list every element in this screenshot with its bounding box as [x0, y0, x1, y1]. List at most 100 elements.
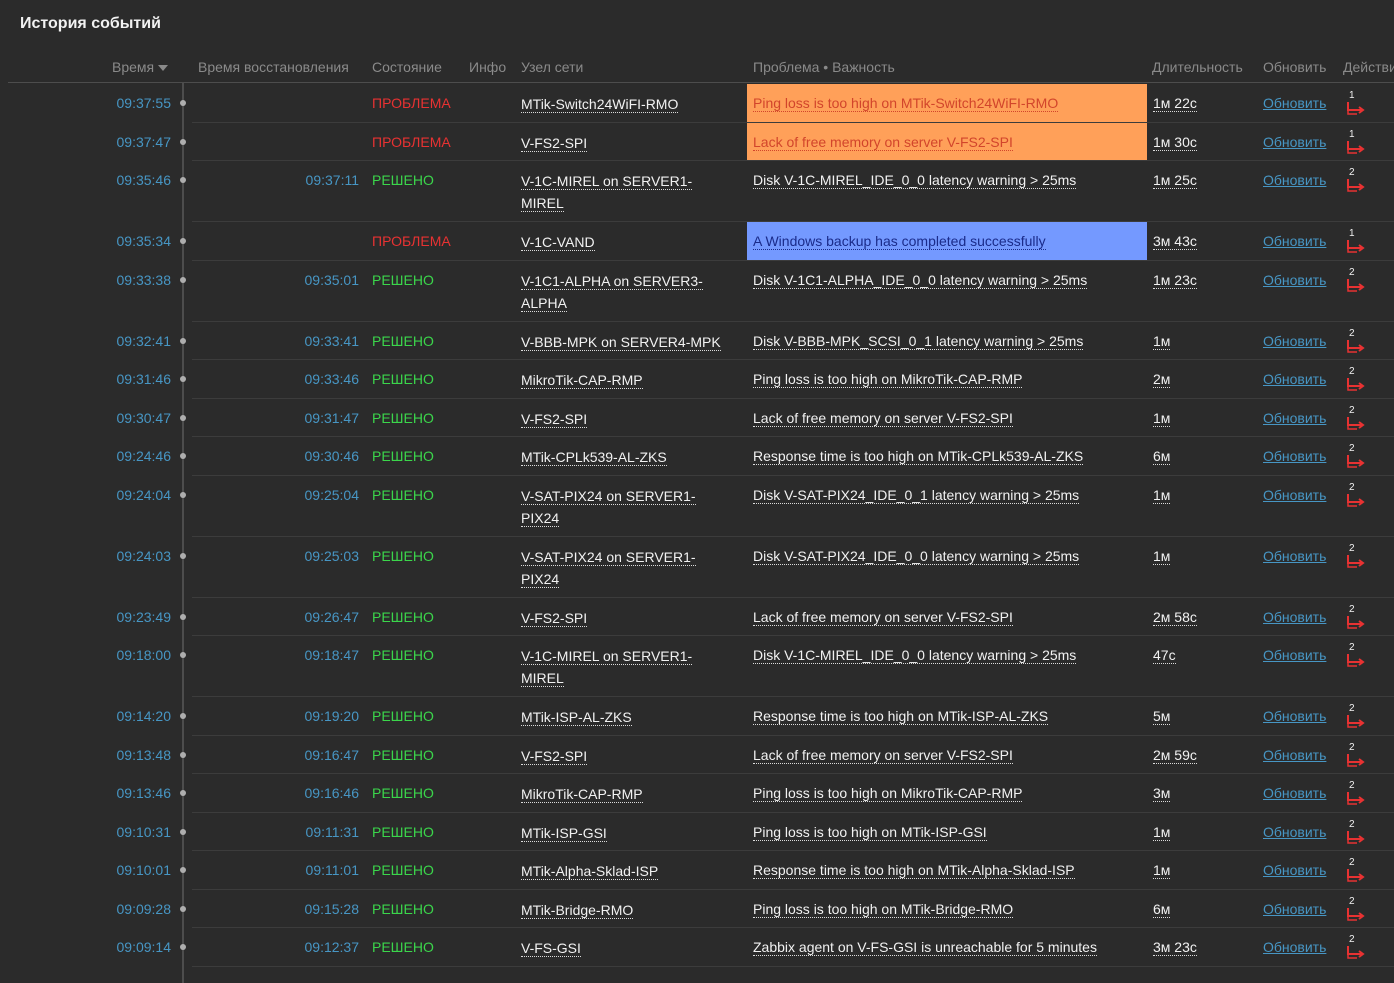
- actions-indicator[interactable]: 2: [1345, 167, 1367, 195]
- host-link[interactable]: MTik-Alpha-Sklad-ISP: [521, 860, 659, 882]
- acknowledge-link[interactable]: Обновить: [1263, 172, 1326, 188]
- host-link[interactable]: V-1C-VAND: [521, 231, 595, 253]
- problem-cell: Zabbix agent on V-FS-GSI is unreachable …: [747, 928, 1147, 966]
- problem-link[interactable]: Disk V-1C-MIREL_IDE_0_0 latency warning …: [753, 172, 1077, 189]
- problem-link[interactable]: Lack of free memory on server V-FS2-SPI: [753, 747, 1013, 764]
- host-link[interactable]: V-FS2-SPI: [521, 132, 588, 154]
- host-link[interactable]: MikroTik-CAP-RMP: [521, 369, 643, 391]
- acknowledge-link[interactable]: Обновить: [1263, 95, 1326, 111]
- event-time: 09:33:38: [116, 271, 172, 288]
- host-link[interactable]: MTik-CPLk539-AL-ZKS: [521, 446, 667, 468]
- acknowledge-link[interactable]: Обновить: [1263, 134, 1326, 150]
- actions-indicator[interactable]: 2: [1345, 703, 1367, 731]
- actions-indicator[interactable]: 1: [1345, 90, 1367, 118]
- actions-arrow-icon: [1347, 278, 1365, 292]
- table-row: 09:24:46 09:30:46 РЕШЕНО MTik-CPLk539-AL-ZK…: [8, 437, 1394, 476]
- status-badge: РЕШЕНО: [372, 172, 434, 188]
- actions-indicator[interactable]: 2: [1345, 482, 1367, 510]
- host-link[interactable]: MTik-Bridge-RMO: [521, 899, 634, 921]
- actions-arrow-icon: [1347, 907, 1365, 921]
- problem-link[interactable]: Disk V-1C1-ALPHA_IDE_0_0 latency warning…: [753, 272, 1088, 289]
- actions-indicator[interactable]: 2: [1345, 366, 1367, 394]
- host-link[interactable]: V-FS2-SPI: [521, 745, 588, 767]
- acknowledge-link[interactable]: Обновить: [1263, 747, 1326, 763]
- acknowledge-link[interactable]: Обновить: [1263, 901, 1326, 917]
- problem-link[interactable]: Disk V-BBB-MPK_SCSI_0_1 latency warning …: [753, 333, 1084, 350]
- host-link[interactable]: V-FS2-SPI: [521, 607, 588, 629]
- host-link[interactable]: V-SAT-PIX24 on SERVER1- PIX24: [521, 485, 696, 529]
- problem-link[interactable]: Ping loss is too high on MikroTik-CAP-RM…: [753, 785, 1023, 802]
- actions-indicator[interactable]: 2: [1345, 780, 1367, 808]
- acknowledge-link[interactable]: Обновить: [1263, 333, 1326, 349]
- problem-link[interactable]: Ping loss is too high on MTik-ISP-GSI: [753, 824, 987, 841]
- host-link[interactable]: V-SAT-PIX24 on SERVER1- PIX24: [521, 546, 696, 590]
- actions-indicator[interactable]: 2: [1345, 742, 1367, 770]
- host-link[interactable]: V-1C-MIREL on SERVER1- MIREL: [521, 645, 693, 689]
- event-time: 09:31:46: [116, 371, 172, 387]
- actions-arrow-icon: [1347, 140, 1365, 154]
- acknowledge-link[interactable]: Обновить: [1263, 371, 1326, 387]
- acknowledge-link[interactable]: Обновить: [1263, 410, 1326, 426]
- acknowledge-link[interactable]: Обновить: [1263, 647, 1326, 663]
- table-row: 09:10:31 09:11:31 РЕШЕНО MTik-ISP-GSI Ping l…: [8, 813, 1394, 851]
- acknowledge-link[interactable]: Обновить: [1263, 939, 1326, 955]
- problem-link[interactable]: Response time is too high on MTik-CPLk53…: [753, 448, 1084, 465]
- actions-indicator[interactable]: 2: [1345, 819, 1367, 847]
- sort-desc-icon: [158, 65, 169, 72]
- problem-link[interactable]: Response time is too high on MTik-ISP-AL…: [753, 708, 1049, 725]
- actions-indicator[interactable]: 2: [1345, 934, 1367, 962]
- problem-link[interactable]: Disk V-SAT-PIX24_IDE_0_0 latency warning…: [753, 548, 1080, 565]
- actions-indicator[interactable]: 1: [1345, 228, 1367, 256]
- acknowledge-link[interactable]: Обновить: [1263, 862, 1326, 878]
- problem-link[interactable]: Ping loss is too high on MikroTik-CAP-RM…: [753, 371, 1023, 388]
- host-link[interactable]: MTik-Switch24WiFI-RMO: [521, 93, 679, 115]
- problem-link[interactable]: Ping loss is too high on MTik-Switch24Wi…: [753, 95, 1059, 112]
- acknowledge-link[interactable]: Обновить: [1263, 233, 1326, 249]
- actions-indicator[interactable]: 2: [1345, 604, 1367, 632]
- actions-arrow-icon: [1347, 339, 1365, 353]
- acknowledge-link[interactable]: Обновить: [1263, 824, 1326, 840]
- problem-link[interactable]: Lack of free memory on server V-FS2-SPI: [753, 410, 1013, 427]
- actions-indicator[interactable]: 2: [1345, 267, 1367, 295]
- acknowledge-link[interactable]: Обновить: [1263, 548, 1326, 564]
- host-link[interactable]: MTik-ISP-AL-ZKS: [521, 706, 632, 728]
- actions-indicator[interactable]: 2: [1345, 328, 1367, 356]
- actions-arrow-icon: [1347, 378, 1365, 391]
- column-header-time[interactable]: Время: [112, 59, 169, 75]
- actions-indicator[interactable]: 2: [1345, 443, 1367, 471]
- acknowledge-link[interactable]: Обновить: [1263, 487, 1326, 503]
- problem-link[interactable]: Response time is too high on MTik-Alpha-…: [753, 862, 1075, 879]
- acknowledge-link[interactable]: Обновить: [1263, 272, 1326, 288]
- table-row: 09:24:03 09:25:03 РЕШЕНО V-SAT-PIX24 on SER…: [8, 537, 1394, 598]
- duration-value: 6м: [1153, 900, 1171, 918]
- host-link[interactable]: V-BBB-MPK on SERVER4-MPK: [521, 331, 721, 353]
- table-row: 09:23:49 09:26:47 РЕШЕНО V-FS2-SPI Lack of f…: [8, 598, 1394, 636]
- acknowledge-link[interactable]: Обновить: [1263, 708, 1326, 724]
- event-time: 09:37:47: [116, 133, 172, 150]
- event-time: 09:14:20: [116, 708, 172, 724]
- host-link[interactable]: V-FS-GSI: [521, 937, 581, 959]
- host-link[interactable]: MikroTik-CAP-RMP: [521, 783, 643, 805]
- problem-link[interactable]: Disk V-1C-MIREL_IDE_0_0 latency warning …: [753, 647, 1077, 664]
- problem-link[interactable]: Ping loss is too high on MTik-Bridge-RMO: [753, 901, 1014, 918]
- host-link[interactable]: V-FS2-SPI: [521, 408, 588, 430]
- problem-link[interactable]: Lack of free memory on server V-FS2-SPI: [753, 609, 1013, 626]
- actions-indicator[interactable]: 2: [1345, 543, 1367, 571]
- actions-indicator[interactable]: 1: [1345, 129, 1367, 157]
- actions-indicator[interactable]: 2: [1345, 857, 1367, 885]
- host-link[interactable]: V-1C1-ALPHA on SERVER3- ALPHA: [521, 270, 703, 314]
- acknowledge-link[interactable]: Обновить: [1263, 609, 1326, 625]
- actions-indicator[interactable]: 2: [1345, 642, 1367, 670]
- problem-link[interactable]: Disk V-SAT-PIX24_IDE_0_1 latency warning…: [753, 487, 1080, 504]
- host-link[interactable]: MTik-ISP-GSI: [521, 822, 607, 844]
- column-header-ack: Обновить: [1263, 59, 1327, 75]
- problem-link[interactable]: Zabbix agent on V-FS-GSI is unreachable …: [753, 939, 1097, 956]
- acknowledge-link[interactable]: Обновить: [1263, 785, 1326, 801]
- problem-link[interactable]: A Windows backup has completed successfu…: [753, 233, 1046, 250]
- host-link[interactable]: V-1C-MIREL on SERVER1- MIREL: [521, 170, 693, 214]
- problem-link[interactable]: Lack of free memory on server V-FS2-SPI: [753, 134, 1013, 151]
- acknowledge-link[interactable]: Обновить: [1263, 448, 1326, 464]
- actions-indicator[interactable]: 2: [1345, 405, 1367, 433]
- table-row: 09:18:00 09:18:47 РЕШЕНО V-1C-MIREL on SERV…: [8, 636, 1394, 697]
- actions-indicator[interactable]: 2: [1345, 896, 1367, 924]
